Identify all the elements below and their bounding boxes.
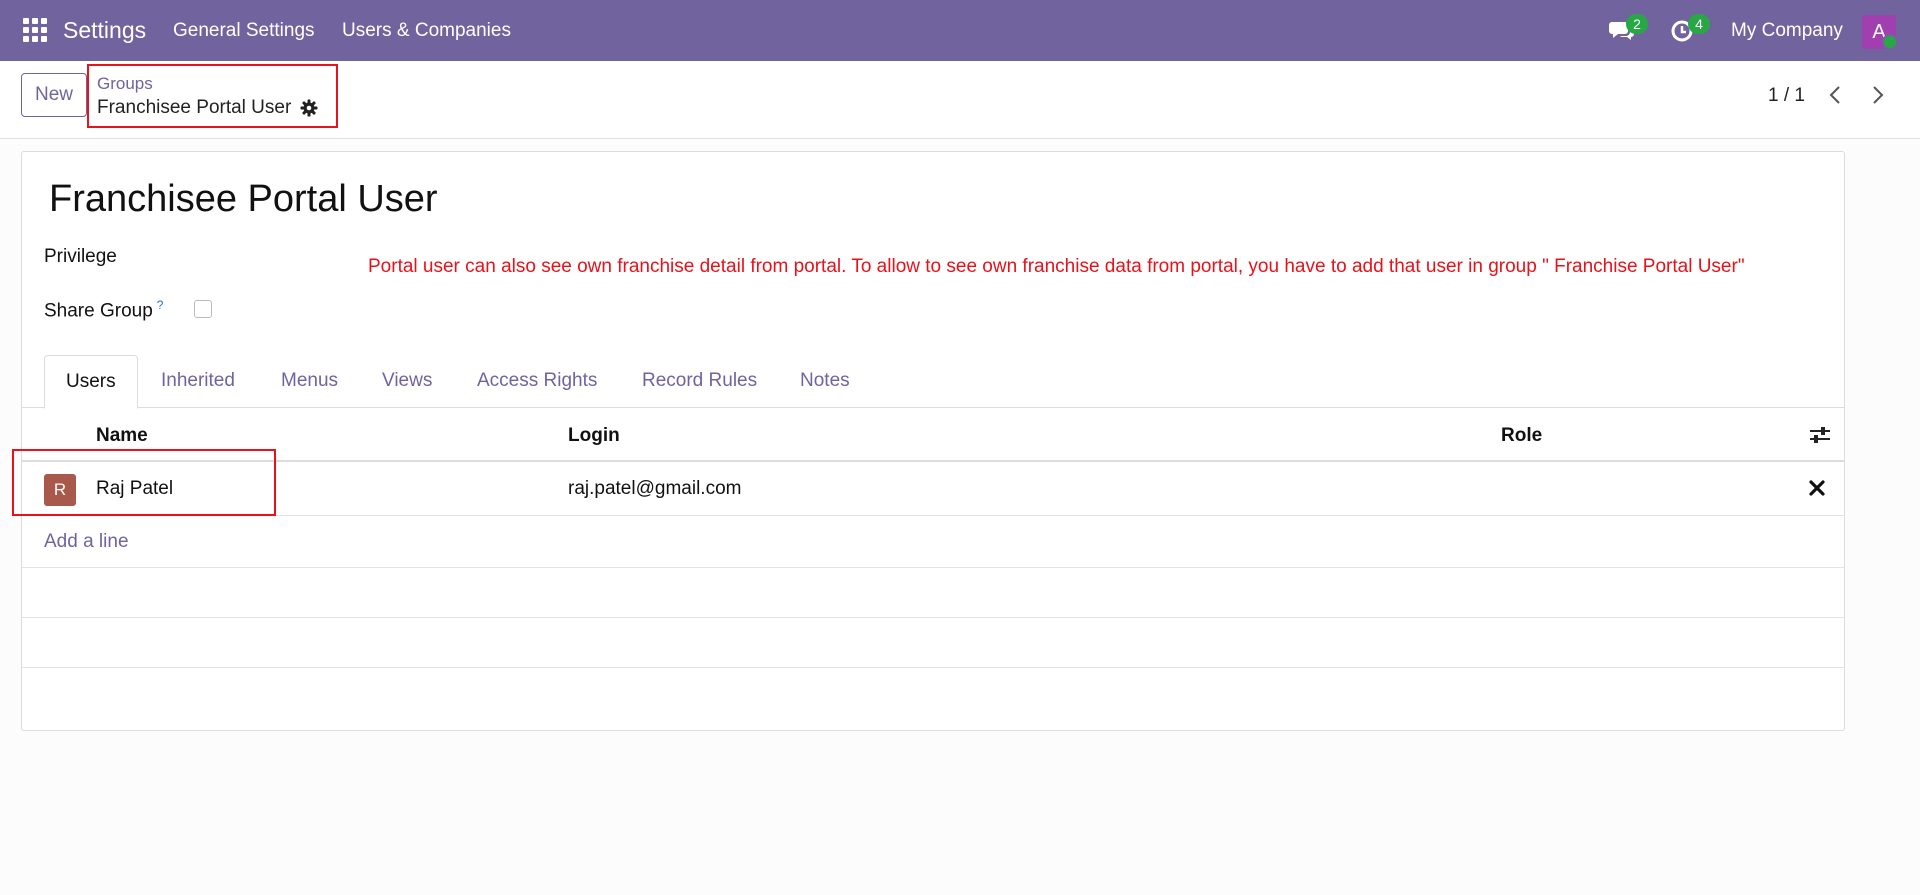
empty-row [22, 568, 1844, 618]
menu-general-settings[interactable]: General Settings [173, 20, 315, 42]
form-sheet: Franchisee Portal User Privilege Portal … [21, 151, 1845, 731]
help-tooltip-icon[interactable]: ? [157, 298, 164, 312]
activity-count-badge: 4 [1688, 14, 1710, 34]
privilege-label: Privilege [44, 246, 117, 267]
tab-inherited[interactable]: Inherited [161, 355, 235, 408]
table-row[interactable]: R Raj Patel raj.patel@gmail.com [22, 462, 1844, 516]
share-group-label: Share Group? [44, 298, 163, 322]
clock-icon[interactable]: 4 [1670, 14, 1710, 45]
close-icon[interactable] [1808, 479, 1826, 497]
notebook-tabs: Users Inherited Menus Views Access Right… [22, 355, 1844, 409]
add-line-link[interactable]: Add a line [44, 531, 129, 553]
chat-icon[interactable]: 2 [1608, 14, 1648, 45]
highlight-box [12, 449, 276, 516]
annotation-note: Portal user can also see own franchise d… [368, 256, 1745, 277]
control-panel: New Groups Franchisee Portal User 1 / 1 [0, 61, 1920, 139]
tab-users[interactable]: Users [44, 355, 138, 409]
gear-icon[interactable] [300, 99, 318, 117]
breadcrumb-current: Franchisee Portal User [97, 97, 292, 118]
chevron-right-icon[interactable] [1868, 81, 1888, 109]
tab-menus[interactable]: Menus [281, 355, 338, 408]
group-name-field[interactable]: Franchisee Portal User [49, 178, 438, 221]
pager-value[interactable]: 1 / 1 [1768, 85, 1805, 107]
tab-views[interactable]: Views [382, 355, 432, 408]
top-navbar: Settings General Settings Users & Compan… [0, 0, 1920, 61]
company-switcher[interactable]: My Company [1731, 20, 1843, 42]
tab-record-rules[interactable]: Record Rules [642, 355, 757, 408]
empty-row [22, 618, 1844, 668]
breadcrumb-groups-link[interactable]: Groups [97, 74, 153, 94]
list-item: Add a line [22, 516, 1844, 568]
app-title[interactable]: Settings [63, 17, 146, 44]
tab-access-rights[interactable]: Access Rights [477, 355, 597, 408]
breadcrumb: Groups Franchisee Portal User [87, 64, 338, 128]
online-status-icon [1882, 34, 1898, 50]
column-login[interactable]: Login [568, 425, 620, 447]
share-group-checkbox[interactable] [194, 300, 212, 318]
user-login-cell[interactable]: raj.patel@gmail.com [568, 478, 741, 500]
sliders-icon[interactable] [1809, 425, 1831, 445]
apps-grid-icon[interactable] [23, 18, 47, 42]
column-name[interactable]: Name [96, 425, 148, 447]
users-table-header: Name Login Role [22, 408, 1844, 462]
new-button[interactable]: New [21, 73, 87, 117]
chat-count-badge: 2 [1626, 14, 1648, 34]
column-role[interactable]: Role [1501, 425, 1542, 447]
share-group-label-text: Share Group [44, 300, 153, 322]
tab-notes[interactable]: Notes [800, 355, 850, 408]
menu-users-companies[interactable]: Users & Companies [342, 20, 511, 42]
chevron-left-icon[interactable] [1825, 81, 1845, 109]
